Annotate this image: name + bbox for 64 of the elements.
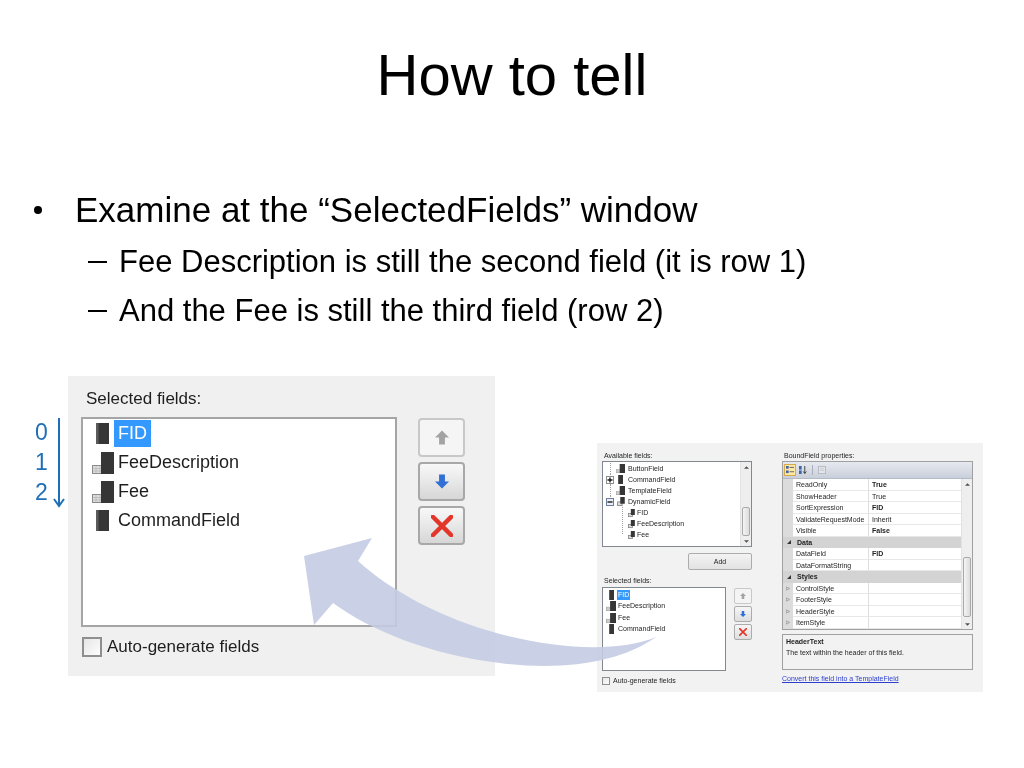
expanded-triangle-icon[interactable] (787, 540, 791, 545)
bullet-text: Examine at the “SelectedFields” window (75, 189, 698, 231)
field-icon (96, 510, 109, 531)
field-label: Selected fields: (86, 388, 202, 410)
scrollbar-thumb[interactable] (963, 557, 971, 617)
expanded-triangle-icon[interactable] (787, 574, 791, 579)
scrollbar-thumb[interactable] (742, 507, 750, 536)
down-arrow-icon (740, 611, 746, 617)
field-icon (96, 423, 109, 444)
grid-field-icon (91, 480, 114, 503)
scroll-up-icon (964, 482, 970, 486)
slide-title: How to tell (376, 42, 648, 108)
dynamic-field-icon (616, 497, 625, 506)
list-item[interactable]: Fee (114, 478, 154, 505)
scrollbar[interactable] (740, 462, 751, 546)
list-item[interactable]: FeeDescription (114, 449, 244, 476)
collapse-icon[interactable] (606, 497, 614, 506)
collapsed-triangle-icon[interactable] (786, 620, 790, 626)
delete-icon (739, 628, 747, 636)
row-number: 2 (35, 478, 49, 507)
dash-icon (88, 310, 107, 312)
alphabetical-sort-button[interactable] (797, 464, 809, 476)
grid-field-icon (606, 601, 616, 612)
scroll-up-icon (743, 465, 749, 469)
row-number: 1 (35, 448, 49, 477)
delete-button[interactable] (418, 506, 465, 545)
bullet-icon (34, 206, 42, 214)
field-icon (608, 589, 614, 600)
down-arrow-icon (434, 474, 449, 489)
up-arrow-icon (434, 430, 449, 445)
field-icon (618, 475, 623, 484)
grid-field-icon (606, 612, 616, 623)
categorized-view-button[interactable] (784, 464, 796, 476)
dynamic-field-icon (628, 508, 635, 517)
expand-icon[interactable] (606, 475, 614, 484)
grid-field-icon (616, 486, 625, 495)
property-pages-icon (818, 466, 826, 474)
row-number: 0 (35, 418, 49, 447)
delete-button[interactable] (734, 624, 752, 640)
move-down-button[interactable] (418, 462, 465, 501)
dynamic-field-icon (628, 530, 635, 539)
move-down-button[interactable] (734, 606, 752, 622)
collapsed-triangle-icon[interactable] (786, 597, 790, 603)
scrollbar[interactable] (961, 479, 972, 629)
scroll-down-icon (743, 539, 749, 543)
sort-icon (799, 466, 807, 474)
collapsed-triangle-icon[interactable] (786, 585, 790, 591)
checkbox[interactable] (82, 637, 102, 657)
grid-field-icon (616, 464, 625, 473)
collapsed-triangle-icon[interactable] (786, 608, 790, 614)
dynamic-field-icon (628, 519, 635, 528)
down-arrow-icon (53, 418, 65, 508)
dash-icon (88, 261, 107, 263)
list-item[interactable]: CommandField (114, 507, 245, 534)
field-icon (608, 624, 614, 635)
delete-icon (430, 514, 453, 537)
scroll-down-icon (964, 622, 970, 626)
categorized-icon (786, 466, 794, 474)
checkbox-label[interactable]: Auto-generate fields (107, 637, 260, 657)
grid-field-icon (91, 451, 114, 474)
sub-bullet-text: Fee Description is still the second field (it is row 1) (119, 244, 807, 280)
checkbox[interactable] (602, 676, 610, 685)
sub-bullet-text: And the Fee is still the third field (row 2) (119, 293, 664, 329)
up-arrow-icon (740, 593, 746, 599)
